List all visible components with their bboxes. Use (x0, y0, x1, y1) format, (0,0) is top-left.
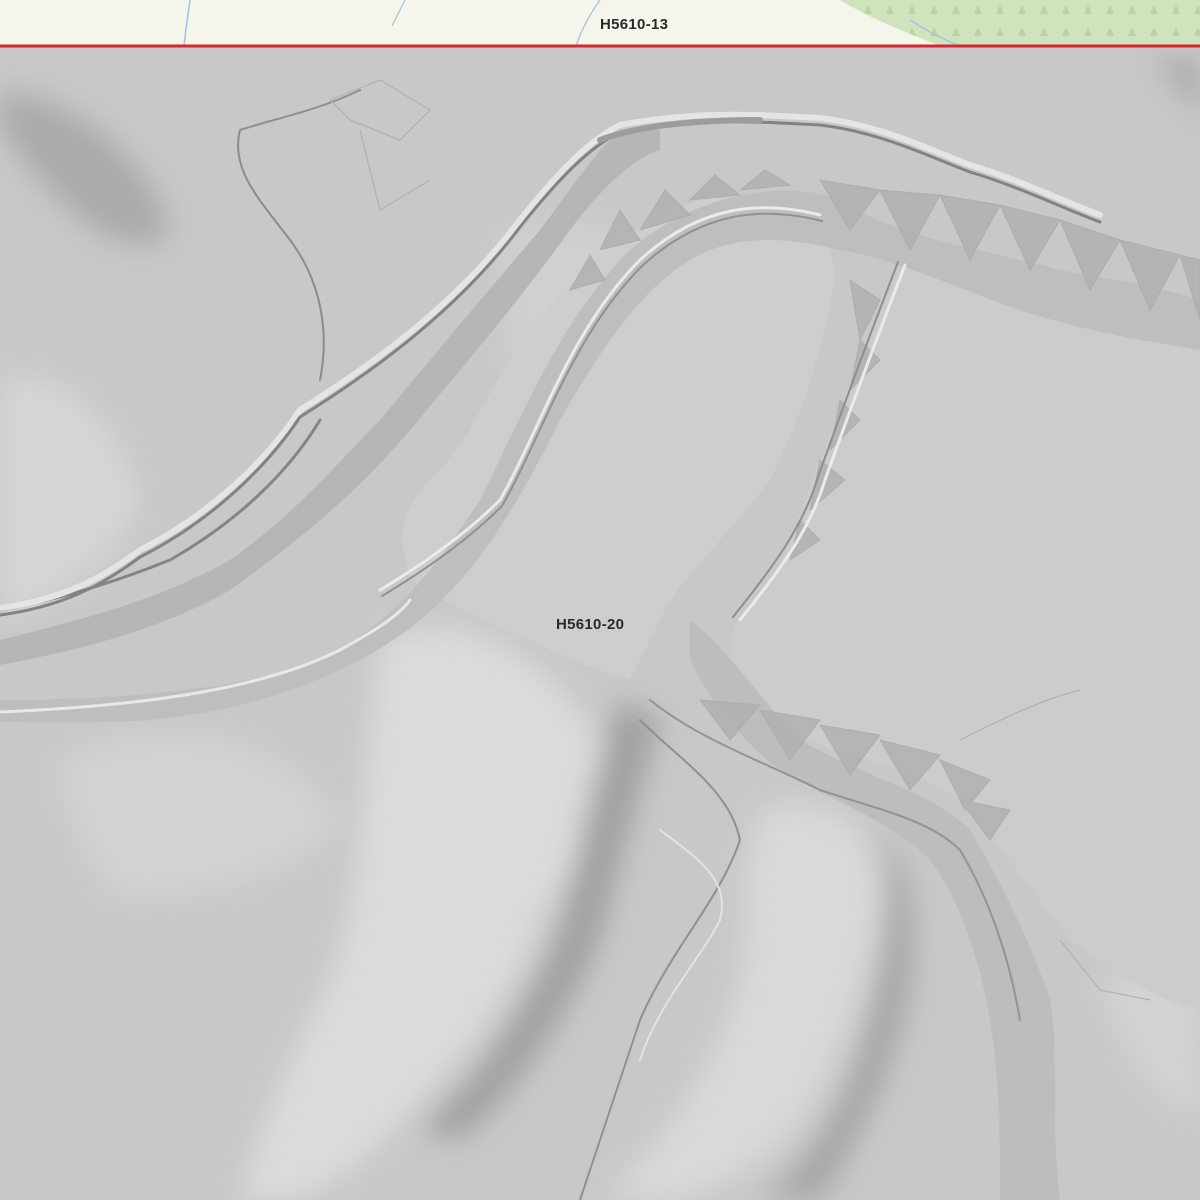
hillshade-map[interactable] (0, 0, 1200, 1200)
adjacent-sheet-label: H5610-13 (600, 16, 669, 33)
terrain-texture (0, 0, 1200, 1200)
current-sheet-label: H5610-20 (556, 616, 625, 633)
